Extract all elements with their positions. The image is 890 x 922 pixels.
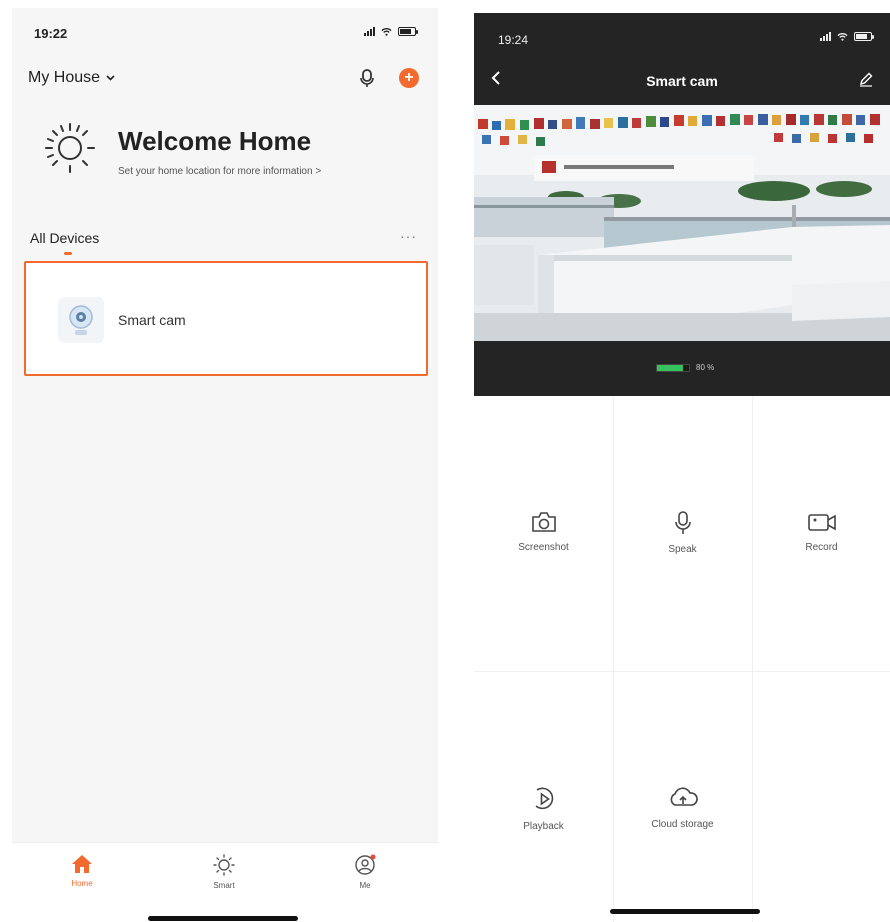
playback-button[interactable]: Playback	[474, 785, 613, 832]
home-selector-label: My House	[28, 69, 101, 86]
status-time: 19:24	[498, 33, 529, 47]
tab-home-label: Home	[71, 879, 93, 888]
camera-live-feed[interactable]	[474, 105, 890, 341]
record-button[interactable]: Record	[752, 510, 890, 553]
set-home-location-link[interactable]: Set your home location for more informat…	[118, 166, 321, 177]
sun-icon	[213, 854, 235, 876]
signal-icon	[364, 26, 375, 36]
sun-icon	[45, 123, 95, 173]
bottom-tab-bar: Home Smart Me	[12, 842, 438, 922]
microphone-icon	[674, 511, 691, 534]
record-label: Record	[805, 542, 838, 553]
tab-smart-label: Smart	[213, 881, 235, 890]
battery-level-bar	[656, 363, 690, 372]
tab-smart[interactable]: Smart	[194, 853, 254, 890]
camera-battery-indicator: 80 %	[656, 363, 714, 372]
camera-icon	[531, 512, 556, 532]
active-tab-indicator	[64, 252, 72, 255]
device-name: Smart cam	[118, 312, 186, 328]
user-icon	[355, 854, 376, 875]
tab-home[interactable]: Home	[52, 853, 112, 888]
smart-cam-icon	[58, 297, 104, 343]
battery-level-fill	[657, 364, 683, 371]
grid-divider	[752, 396, 753, 922]
device-card-smart-cam[interactable]: Smart cam	[24, 261, 428, 376]
home-screen: 19:22 My House + Welcome Home Set your h…	[12, 8, 438, 922]
live-video-image	[474, 105, 890, 341]
home-indicator	[610, 909, 760, 914]
battery-level-text: 80 %	[696, 363, 715, 372]
cloud-storage-label: Cloud storage	[651, 819, 714, 830]
signal-icon	[820, 31, 831, 41]
all-devices-tab[interactable]: All Devices	[30, 230, 99, 246]
status-icons	[364, 26, 418, 36]
status-time: 19:22	[34, 26, 68, 41]
tab-me[interactable]: Me	[335, 853, 395, 890]
home-icon	[72, 855, 92, 873]
grid-divider	[613, 396, 614, 922]
wifi-icon	[381, 27, 392, 36]
grid-divider	[474, 671, 890, 672]
edit-icon[interactable]	[858, 71, 874, 87]
tab-me-label: Me	[359, 881, 371, 890]
add-device-button[interactable]: +	[399, 68, 419, 88]
screenshot-button[interactable]: Screenshot	[474, 510, 613, 553]
chevron-down-icon	[106, 75, 115, 81]
cloud-storage-icon	[670, 787, 698, 806]
cloud-storage-button[interactable]: Cloud storage	[613, 785, 752, 830]
microphone-icon[interactable]	[357, 68, 377, 90]
camera-screen: 19:24 Smart cam 80 % Screenshot Speak Re…	[474, 13, 890, 922]
battery-icon	[398, 26, 418, 36]
playback-label: Playback	[523, 821, 564, 832]
home-selector[interactable]: My House	[28, 69, 115, 87]
video-camera-icon	[807, 514, 836, 531]
playback-icon	[534, 787, 553, 810]
battery-icon	[854, 31, 874, 41]
screenshot-label: Screenshot	[518, 542, 569, 553]
page-title: Smart cam	[646, 73, 718, 89]
speak-button[interactable]: Speak	[613, 510, 752, 555]
welcome-title: Welcome Home	[118, 126, 312, 156]
camera-header	[474, 13, 890, 105]
more-icon[interactable]: ···	[400, 228, 417, 244]
status-icons	[820, 31, 874, 41]
speak-label: Speak	[668, 544, 697, 555]
wifi-icon	[837, 32, 848, 41]
add-icon: +	[404, 69, 414, 86]
home-indicator	[148, 916, 298, 921]
